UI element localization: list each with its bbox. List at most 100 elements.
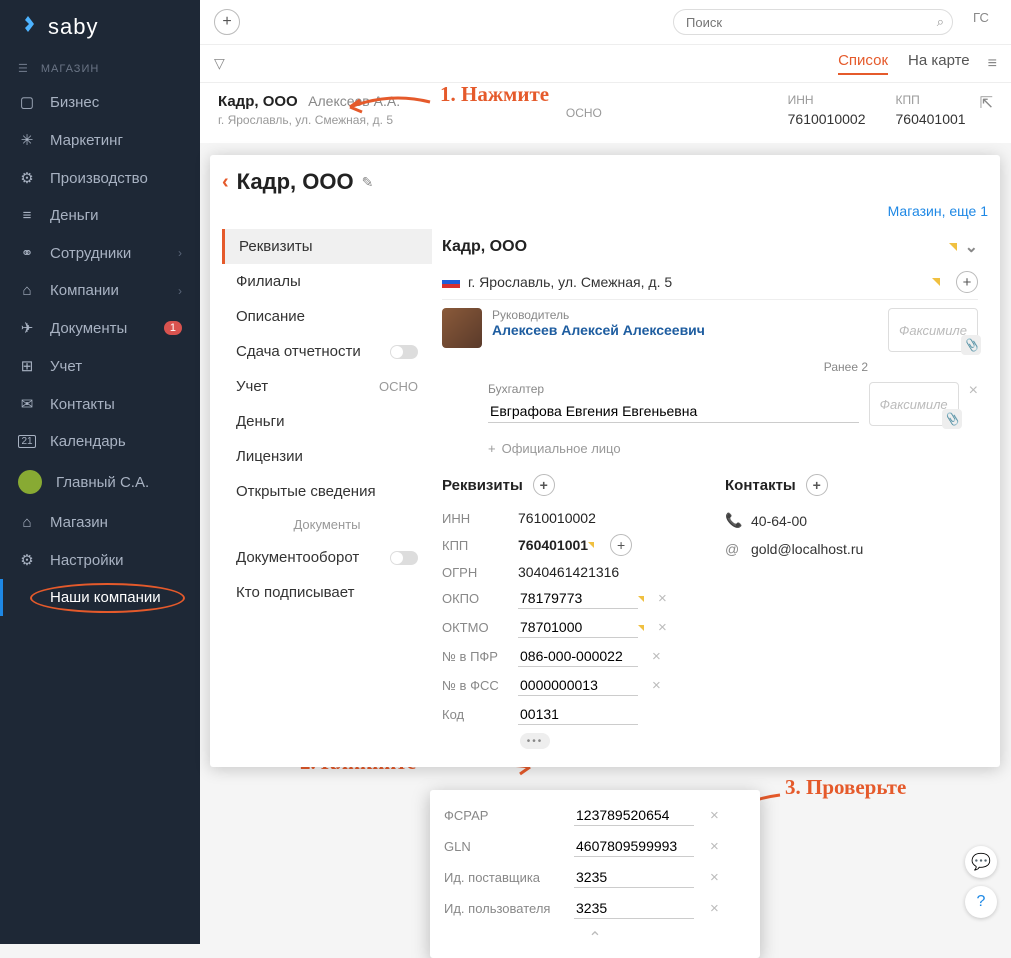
accountant-name-input[interactable]: [488, 400, 859, 423]
store-link[interactable]: Магазин, еще 1: [222, 203, 988, 219]
company-row[interactable]: Кадр, ООО Алексеев А.А. г. Ярославль, ул…: [200, 83, 1011, 143]
popout-icon[interactable]: ⇱: [980, 93, 993, 133]
head-name[interactable]: Алексеев Алексей Алексеевич: [492, 322, 878, 338]
badge: 1: [164, 321, 182, 335]
nav-calendar[interactable]: 21Календарь: [0, 423, 200, 460]
add-requisite-button[interactable]: +: [533, 474, 555, 496]
store-icon: ⌂: [18, 514, 36, 531]
attach-icon[interactable]: 📎: [961, 335, 981, 355]
previous-link[interactable]: Ранее 2: [442, 360, 978, 374]
filter-icon[interactable]: ▽: [214, 55, 225, 72]
req-okpo-input[interactable]: [518, 588, 638, 609]
clear-icon[interactable]: ×: [710, 807, 719, 824]
nav-settings[interactable]: ⚙Настройки: [0, 541, 200, 579]
company-meta: ИНН 7610010002 КПП 760401001: [788, 93, 966, 133]
clear-icon[interactable]: ×: [710, 900, 719, 917]
kpp-label: КПП: [896, 93, 966, 107]
nav-user[interactable]: Главный С.А.: [0, 460, 200, 504]
chat-button[interactable]: 💬: [965, 846, 997, 878]
contact-phone: 40-64-00: [751, 513, 807, 529]
clear-icon[interactable]: ×: [710, 838, 719, 855]
more-button[interactable]: •••: [520, 733, 550, 749]
view-tabs: Список На карте: [838, 52, 970, 75]
clear-icon[interactable]: ×: [658, 619, 667, 636]
side-tab-reporting[interactable]: Сдача отчетности: [222, 334, 432, 369]
collapse-button[interactable]: ⌃: [444, 928, 746, 948]
section-label: ☰ МАГАЗИН: [0, 54, 200, 83]
side-tab-requisites[interactable]: Реквизиты: [222, 229, 432, 264]
logo-text: saby: [48, 14, 98, 40]
calendar-icon: 21: [18, 435, 36, 448]
side-tab-accounting[interactable]: УчетОСНО: [222, 369, 432, 404]
gear-icon: ⚙: [18, 551, 36, 569]
search-box: ⌕: [673, 9, 953, 35]
search-icon[interactable]: ⌕: [937, 14, 944, 30]
supplier-id-input[interactable]: [574, 867, 694, 888]
requisites-column: Реквизиты + ИНН7610010002 КПП760401001+ …: [442, 474, 695, 749]
facsimile-box[interactable]: Факсимиле 📎: [888, 308, 978, 352]
req-oktmo-input[interactable]: [518, 617, 638, 638]
kpp-value: 760401001: [896, 111, 966, 127]
send-icon: ✈: [18, 319, 36, 337]
panel-company-name: Кадр, ООО: [442, 238, 527, 256]
clear-icon[interactable]: ×: [652, 648, 661, 665]
remove-icon[interactable]: ×: [969, 382, 978, 400]
fsrar-input[interactable]: [574, 805, 694, 826]
user-initials[interactable]: ГС: [973, 10, 997, 34]
nav-documents[interactable]: ✈Документы1: [0, 309, 200, 347]
nav-companies[interactable]: ⌂Компании›: [0, 272, 200, 309]
topbar: + ⌕ ГС: [200, 0, 1011, 45]
back-button[interactable]: ‹: [222, 171, 229, 194]
nav-store[interactable]: ⌂Магазин: [0, 504, 200, 541]
tab-list[interactable]: Список: [838, 52, 888, 75]
user-id-input[interactable]: [574, 898, 694, 919]
help-button[interactable]: ?: [965, 886, 997, 918]
clear-icon[interactable]: ×: [710, 869, 719, 886]
attach-icon[interactable]: 📎: [942, 409, 962, 429]
side-tab-docflow[interactable]: Документооборот: [222, 540, 432, 575]
side-tab-description[interactable]: Описание: [222, 299, 432, 334]
nav-business[interactable]: ▢Бизнес: [0, 83, 200, 121]
req-fss-input[interactable]: [518, 675, 638, 696]
side-tab-signers[interactable]: Кто подписывает: [222, 575, 432, 610]
add-contact-button[interactable]: +: [806, 474, 828, 496]
contacts-icon: ✉: [18, 395, 36, 413]
nav-money[interactable]: ≡Деньги: [0, 197, 200, 234]
add-address-button[interactable]: +: [956, 271, 978, 293]
corner-marker: [588, 542, 594, 548]
search-input[interactable]: [686, 10, 922, 34]
nav-our-companies[interactable]: Наши компании: [0, 579, 200, 616]
side-tab-licenses[interactable]: Лицензии: [222, 439, 432, 474]
add-kpp-button[interactable]: +: [610, 534, 632, 556]
add-official-button[interactable]: + Официальное лицо: [488, 441, 978, 456]
gln-input[interactable]: [574, 836, 694, 857]
chevron-down-icon[interactable]: ⌄: [965, 237, 978, 257]
side-tab-branches[interactable]: Филиалы: [222, 264, 432, 299]
nav-contacts[interactable]: ✉Контакты: [0, 385, 200, 423]
clear-icon[interactable]: ×: [658, 590, 667, 607]
nav-staff[interactable]: ⚭Сотрудники›: [0, 234, 200, 272]
phone-icon: 📞: [725, 512, 741, 529]
req-kod-input[interactable]: [518, 704, 638, 725]
facsimile-box-2[interactable]: Факсимиле 📎: [869, 382, 959, 426]
nav-production[interactable]: ⚙Производство: [0, 159, 200, 197]
tab-map[interactable]: На карте: [908, 52, 970, 75]
sliders-icon[interactable]: ≡: [988, 55, 997, 73]
clear-icon[interactable]: ×: [652, 677, 661, 694]
chevron-right-icon: ›: [178, 246, 182, 260]
nav-accounting[interactable]: ⊞Учет: [0, 347, 200, 385]
side-tab-money[interactable]: Деньги: [222, 404, 432, 439]
contacts-title: Контакты: [725, 477, 796, 494]
side-tab-open-info[interactable]: Открытые сведения: [222, 474, 432, 509]
req-kpp: 760401001: [518, 537, 588, 553]
chevron-right-icon: ›: [178, 284, 182, 298]
toggle[interactable]: [390, 345, 418, 359]
req-pfr-input[interactable]: [518, 646, 638, 667]
menu-icon[interactable]: ☰: [18, 62, 29, 75]
nav-marketing[interactable]: ✳Маркетинг: [0, 121, 200, 159]
edit-icon[interactable]: ✎: [362, 174, 374, 191]
add-button[interactable]: +: [214, 9, 240, 35]
req-ogrn: 3040461421316: [518, 564, 619, 580]
toggle[interactable]: [390, 551, 418, 565]
head-role: Руководитель: [492, 308, 878, 322]
